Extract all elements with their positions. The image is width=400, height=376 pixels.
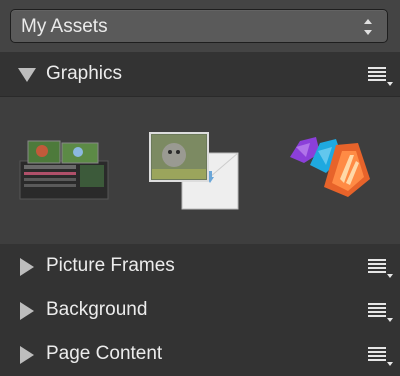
disclosure-triangle-right-icon[interactable] <box>18 257 36 277</box>
category-menu-icon[interactable] <box>368 302 394 322</box>
category-title: Background <box>46 299 148 320</box>
photo-envelope-thumbnail[interactable] <box>148 131 242 211</box>
assets-toolbar: My Assets <box>0 0 400 52</box>
disclosure-triangle-right-icon[interactable] <box>18 301 36 321</box>
assets-dropdown-label: My Assets <box>21 16 108 37</box>
category-title: Page Content <box>46 343 163 364</box>
category-menu-icon[interactable] <box>368 346 394 366</box>
category-title: Graphics <box>46 63 123 84</box>
disclosure-triangle-down-icon[interactable] <box>17 66 37 84</box>
category-header-background[interactable]: Background <box>0 288 400 332</box>
up-down-chevron-icon <box>364 19 372 35</box>
category-header-page-content[interactable]: Page Content <box>0 332 400 376</box>
graphics-asset-grid <box>0 96 400 245</box>
category-header-graphics[interactable]: Graphics <box>0 52 400 96</box>
category-title: Picture Frames <box>46 255 175 276</box>
disclosure-triangle-right-icon[interactable] <box>18 345 36 365</box>
assets-dropdown[interactable]: My Assets <box>10 9 388 43</box>
screenshot-thumbnail[interactable] <box>18 137 110 201</box>
category-menu-icon[interactable] <box>368 258 394 278</box>
category-header-picture-frames[interactable]: Picture Frames <box>0 244 400 288</box>
category-menu-icon[interactable] <box>368 66 394 86</box>
affinity-apps-logo-thumbnail[interactable] <box>286 133 372 205</box>
